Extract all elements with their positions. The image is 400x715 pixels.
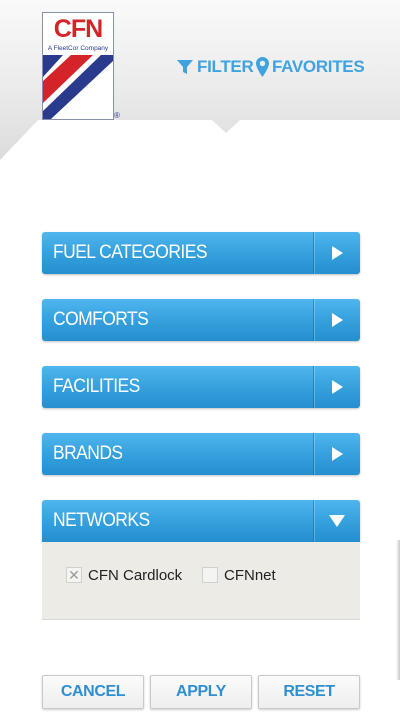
cfn-logo: CFN A FleetCor Company [42,12,114,120]
expand-arrow-button[interactable] [313,299,360,341]
accordion-networks[interactable]: NETWORKS [42,500,360,542]
accordion-label: FACILITIES [53,376,140,397]
accordion-facilities[interactable]: FACILITIES [42,366,360,408]
accordion-label: NETWORKS [53,510,150,531]
triangle-right-icon [331,447,343,461]
expand-arrow-button[interactable] [313,366,360,408]
accordion-fuel-categories[interactable]: FUEL CATEGORIES [42,232,360,274]
triangle-right-icon [331,313,343,327]
logo-tagline: A FleetCor Company [47,45,109,52]
triangle-right-icon [331,246,343,260]
accordion-label: FUEL CATEGORIES [53,242,207,263]
triangle-down-icon [329,515,345,527]
reset-button[interactable]: RESET [258,675,360,709]
registered-mark: ® [114,111,120,120]
accordion-label: COMFORTS [53,309,149,330]
checkbox-label: CFN Cardlock [88,566,183,584]
accordion-label: BRANDS [53,443,123,464]
filter-nav-link[interactable]: FILTER [176,55,254,79]
favorites-label: FAVORITES [272,57,365,76]
apply-button[interactable]: APPLY [150,675,252,709]
expand-arrow-button[interactable] [313,232,360,274]
accordion-comforts[interactable]: COMFORTS [42,299,360,341]
filter-label: FILTER [197,57,254,76]
accordion-brands[interactable]: BRANDS [42,433,360,475]
checkbox-unchecked[interactable] [202,567,218,583]
favorites-nav-link[interactable]: FAVORITES [256,55,365,79]
collapse-arrow-button[interactable] [313,500,360,542]
logo-brand-text: CFN [53,15,103,43]
networks-panel: ✕ CFN Cardlock CFNnet [42,542,360,620]
app-header: CFN A FleetCor Company ® FILTER FAVORITE… [0,0,400,160]
map-pin-icon [256,57,269,77]
logo-stripes-graphic [43,55,113,119]
checkbox-cfn-cardlock[interactable]: ✕ CFN Cardlock [66,566,182,584]
checkbox-label: CFNnet [224,566,276,584]
cancel-button[interactable]: CANCEL [42,675,144,709]
expand-arrow-button[interactable] [313,433,360,475]
filter-funnel-icon [177,60,193,74]
scroll-indicator[interactable] [396,540,400,680]
triangle-right-icon [331,380,343,394]
checkbox-cfnnet[interactable]: CFNnet [202,566,276,584]
checkbox-checked[interactable]: ✕ [66,567,82,583]
